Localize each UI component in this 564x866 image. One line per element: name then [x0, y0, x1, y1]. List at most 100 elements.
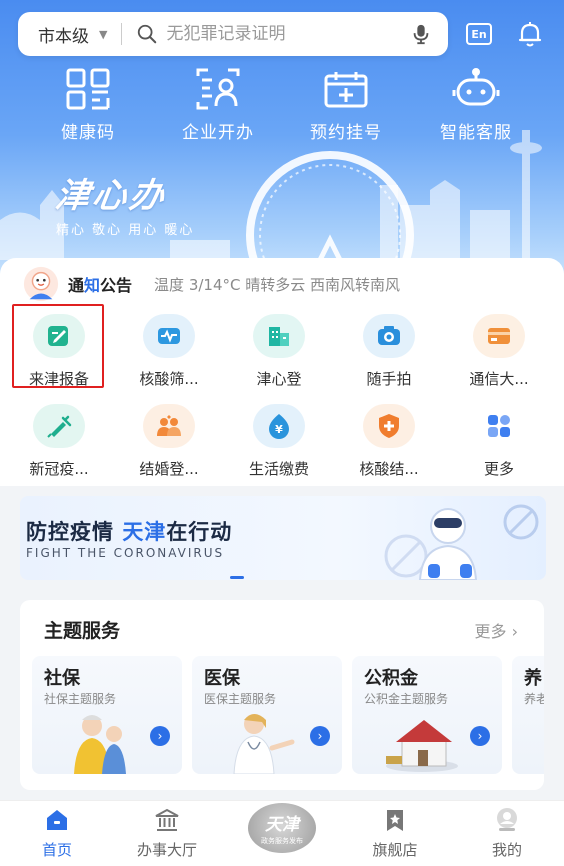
grid-icon-bg	[473, 314, 525, 358]
banner-title-part: 在行动	[166, 520, 233, 544]
home-icon	[47, 810, 67, 830]
service-item-jinxindeng[interactable]: 津心登	[224, 310, 334, 396]
service-item-more[interactable]: 更多	[444, 400, 554, 486]
user-profile-icon	[497, 808, 517, 831]
grid-icon-bg	[253, 314, 305, 358]
screening-icon	[158, 328, 180, 344]
quick-action-label: 智能客服	[440, 123, 512, 143]
banner-title: 防控疫情 天津在行动	[26, 516, 232, 546]
theme-desc: 公积金主题服务	[364, 692, 449, 706]
theme-name: 医保	[204, 668, 240, 689]
quick-action-label: 企业开办	[182, 123, 254, 143]
notice-title-part: 公告	[100, 276, 133, 295]
notice-title-highlight: 知	[84, 276, 101, 295]
syringe-icon	[47, 415, 72, 438]
bookmark-star-icon	[387, 810, 403, 831]
go-arrow-icon[interactable]: ›	[470, 726, 490, 746]
search-bar[interactable]: 市本级 ▼	[18, 12, 448, 56]
search-input[interactable]	[166, 24, 377, 44]
microphone-icon[interactable]	[410, 23, 432, 45]
nav-flagship-store[interactable]: 旗舰店	[350, 807, 440, 860]
service-label: 结婚登...	[139, 460, 199, 478]
center-logo-subtext: 政务服务发布	[261, 837, 303, 845]
brand-slogan: 精心 敬心 用心 暖心	[56, 223, 195, 238]
nav-home[interactable]: 首页	[12, 807, 102, 860]
caret-down-icon: ▼	[99, 27, 108, 41]
theme-desc: 医保主题服务	[204, 692, 277, 706]
service-item-marriage[interactable]: 结婚登...	[114, 400, 224, 486]
government-building-icon	[155, 808, 179, 831]
hero-header: 市本级 ▼ En 健康码	[0, 0, 564, 300]
brand-logo-block: 津心办 精心 敬心 用心 暖心	[53, 168, 195, 238]
city-label: 市本级	[38, 26, 89, 47]
tianjin-center-logo[interactable]: 天津 政务服务发布	[248, 803, 316, 853]
go-arrow-icon[interactable]: ›	[150, 726, 170, 746]
brand-logo: 津心办	[52, 176, 170, 216]
service-label: 更多	[483, 460, 514, 478]
theme-name: 社保	[44, 668, 80, 689]
nav-label: 旗舰店	[372, 841, 418, 859]
theme-card-medical-insurance[interactable]: 医保 医保主题服务 ›	[192, 656, 342, 774]
weather-text: 温度 3/14°C 晴转多云 西南风转南风	[154, 275, 401, 294]
building-icon	[269, 327, 289, 346]
quick-action-label: 预约挂号	[310, 123, 382, 143]
bell-icon[interactable]	[515, 19, 545, 49]
quick-action-service[interactable]: 智能客服	[416, 68, 536, 143]
theme-desc: 社保主题服务	[44, 692, 117, 706]
service-label: 核酸筛...	[139, 370, 199, 388]
service-item-telecom[interactable]: 通信大...	[444, 310, 554, 396]
quick-action-health-code[interactable]: 健康码	[28, 68, 148, 143]
robot-icon	[452, 68, 500, 106]
service-label: 新冠疫...	[29, 460, 89, 478]
card-icon	[488, 328, 510, 344]
theme-services-section: 主题服务 更多 › 社保 社保主题服务 › 医保 医保主题服务 › 公积金 公积…	[20, 600, 544, 790]
quick-action-label: 健康码	[61, 123, 115, 143]
banner-title-highlight: 天津	[122, 520, 167, 544]
service-label: 核酸结...	[359, 460, 419, 478]
grid-more-icon	[488, 415, 510, 437]
grid-icon-bg	[363, 314, 415, 358]
search-icon	[138, 24, 157, 44]
epidemic-banner[interactable]: 防控疫情 天津在行动 FIGHT THE CORONAVIRUS	[20, 496, 546, 580]
theme-card-pension[interactable]: 养 养老	[512, 656, 544, 774]
notice-title: 通知公告	[68, 272, 132, 296]
camera-icon	[378, 326, 400, 345]
nav-label: 办事大厅	[136, 841, 197, 859]
banner-subtitle: FIGHT THE CORONAVIRUS	[26, 546, 225, 560]
service-item-utilities[interactable]: ¥ 生活缴费	[224, 400, 334, 486]
banner-title-part: 防控疫情	[26, 520, 123, 544]
quick-action-business[interactable]: 企业开办	[158, 68, 278, 143]
theme-name: 养	[524, 668, 542, 689]
carousel-indicator[interactable]	[230, 576, 244, 579]
service-item-vaccine[interactable]: 新冠疫...	[4, 400, 114, 486]
grid-icon-bg	[33, 404, 85, 448]
more-link[interactable]: 更多 ›	[474, 618, 518, 642]
bottom-navigation: 首页 办事大厅 天津 政务服务发布 旗舰店 我的	[0, 800, 564, 866]
section-title: 主题服务	[44, 620, 121, 642]
nav-label: 我的	[491, 841, 522, 859]
quick-actions: 健康码 企业开办 预约挂号 智能客服	[0, 68, 564, 144]
service-item-snapshot[interactable]: 随手拍	[334, 310, 444, 396]
notice-bar[interactable]: 通知公告 温度 3/14°C 晴转多云 西南风转南风	[22, 264, 542, 304]
medical-worker-illustration	[384, 504, 539, 580]
divider	[121, 23, 123, 45]
medical-kit-icon	[324, 72, 368, 108]
couple-icon	[157, 415, 181, 436]
nav-service-hall[interactable]: 办事大厅	[122, 807, 212, 860]
service-item-screening[interactable]: 核酸筛...	[114, 310, 224, 396]
service-label: 生活缴费	[248, 460, 309, 478]
nav-mine[interactable]: 我的	[462, 807, 552, 860]
theme-card-social-security[interactable]: 社保 社保主题服务 ›	[32, 656, 182, 774]
theme-name: 公积金	[364, 668, 418, 689]
quick-action-appointment[interactable]: 预约挂号	[286, 68, 406, 143]
grid-icon-bg: ¥	[253, 404, 305, 448]
service-label: 津心登	[256, 370, 302, 388]
nav-label: 首页	[41, 841, 72, 859]
go-arrow-icon[interactable]: ›	[310, 726, 330, 746]
yuan-icon: ¥	[269, 414, 289, 439]
elderly-couple-illustration	[74, 715, 126, 774]
theme-card-housing-fund[interactable]: 公积金 公积金主题服务 ›	[352, 656, 502, 774]
language-toggle-button[interactable]: En	[466, 23, 492, 45]
service-item-nucleic-result[interactable]: 核酸结...	[334, 400, 444, 486]
city-selector[interactable]: 市本级 ▼	[18, 22, 107, 47]
